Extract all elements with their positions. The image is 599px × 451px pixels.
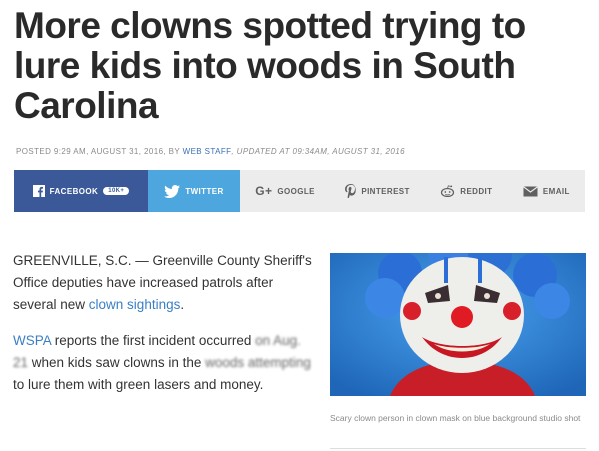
- email-label: EMAIL: [542, 186, 570, 196]
- share-google-button[interactable]: G+ GOOGLE: [240, 170, 330, 212]
- clown-photo[interactable]: [330, 253, 586, 396]
- photo-caption: Scary clown person in clown mask on blue…: [330, 413, 581, 423]
- google-plus-icon: G+: [255, 184, 273, 198]
- share-twitter-button[interactable]: TWITTER: [148, 170, 240, 212]
- twitter-label: TWITTER: [185, 186, 224, 196]
- envelope-icon: [523, 185, 538, 196]
- share-pinterest-button[interactable]: PINTEREST: [330, 170, 425, 212]
- caption-divider: [330, 448, 586, 449]
- reddit-icon: [441, 185, 455, 197]
- updated-date: , UPDATED AT 09:34AM, AUGUST 31, 2016: [231, 147, 405, 156]
- blurred-text: woods attempting: [205, 355, 311, 370]
- pinterest-icon: [345, 184, 357, 198]
- facebook-count-badge: 10K+: [103, 187, 130, 195]
- posted-date: POSTED 9:29 AM, AUGUST 31, 2016, BY: [16, 147, 180, 156]
- share-bar: FACEBOOK 10K+ TWITTER G+ GOOGLE PINTERES…: [14, 170, 585, 212]
- google-label: GOOGLE: [277, 186, 315, 196]
- paragraph-text: to lure them with green lasers and money…: [13, 377, 264, 392]
- pinterest-label: PINTEREST: [361, 186, 410, 196]
- paragraph-text: reports the first incident occurred: [51, 333, 256, 348]
- paragraph-text: when kids saw clowns in the: [28, 355, 206, 370]
- wspa-link[interactable]: WSPA: [13, 333, 51, 348]
- facebook-label: FACEBOOK: [49, 186, 99, 196]
- share-facebook-button[interactable]: FACEBOOK 10K+: [14, 170, 148, 212]
- article-paragraph: WSPA reports the first incident occurred…: [13, 330, 313, 396]
- facebook-icon: [32, 185, 45, 197]
- clown-sightings-link[interactable]: clown sightings: [89, 297, 181, 312]
- clown-illustration: [330, 253, 586, 396]
- share-reddit-button[interactable]: REDDIT: [425, 170, 508, 212]
- twitter-bird-icon: [164, 184, 181, 198]
- share-email-button[interactable]: EMAIL: [508, 170, 585, 212]
- article-body: GREENVILLE, S.C. — Greenville County She…: [13, 250, 313, 410]
- author-link[interactable]: WEB STAFF: [183, 147, 232, 156]
- article-headline: More clowns spotted trying to lure kids …: [14, 5, 526, 126]
- article-paragraph: GREENVILLE, S.C. — Greenville County She…: [13, 250, 313, 316]
- reddit-label: REDDIT: [460, 186, 493, 196]
- article-meta: POSTED 9:29 AM, AUGUST 31, 2016, BY WEB …: [16, 147, 405, 156]
- paragraph-text: .: [180, 297, 185, 312]
